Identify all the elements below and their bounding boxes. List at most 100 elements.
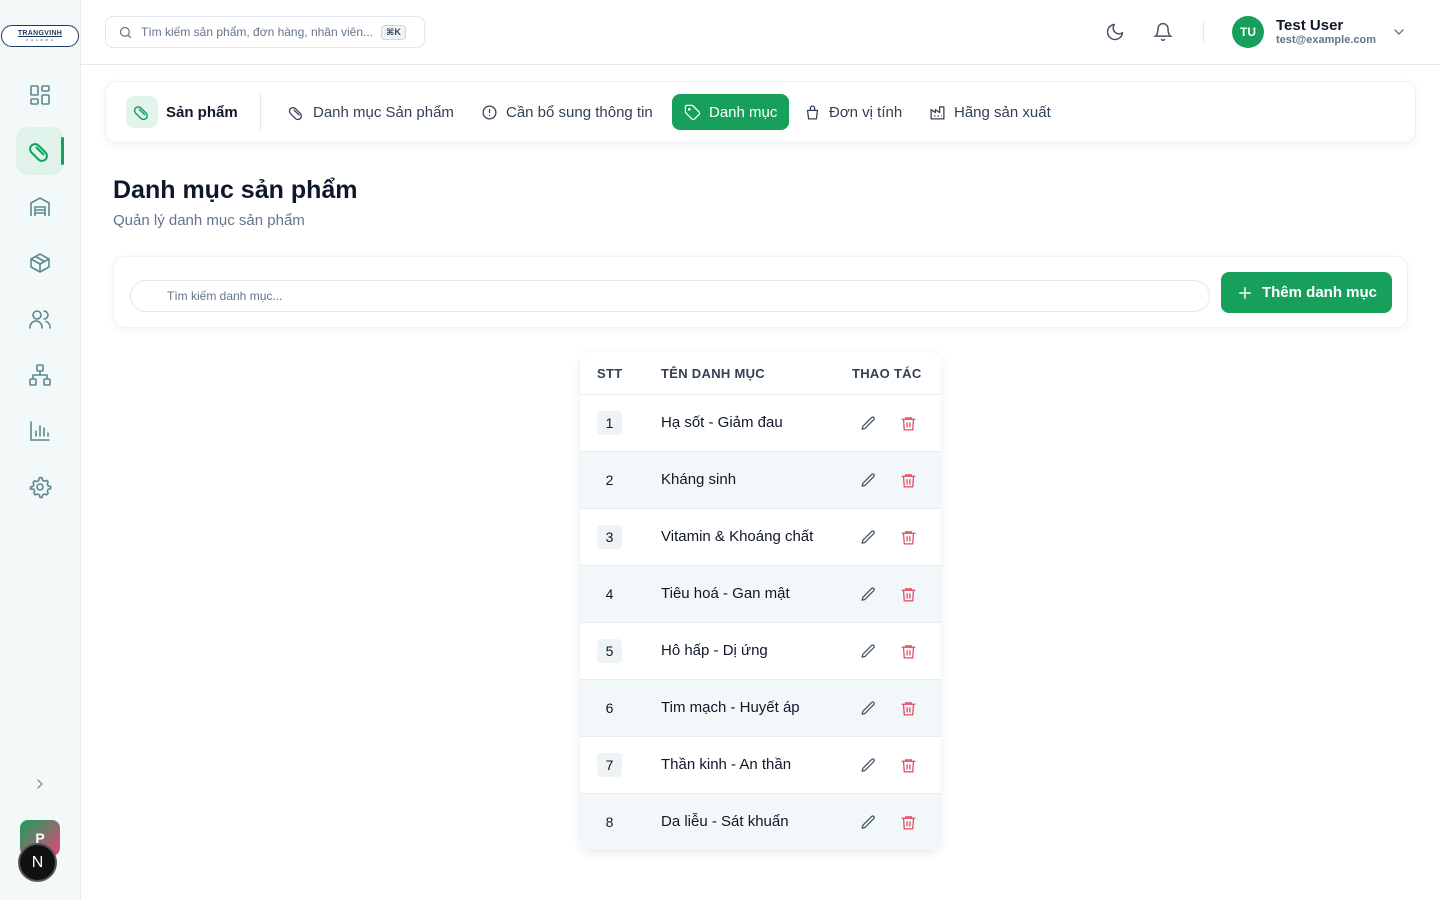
edit-button[interactable]: [858, 584, 878, 604]
tab-missing-info[interactable]: Cần bổ sung thông tin: [469, 94, 665, 130]
notifications-button[interactable]: [1151, 20, 1175, 44]
edit-button[interactable]: [858, 698, 878, 718]
delete-button[interactable]: [898, 584, 918, 604]
page-title: Danh mục sản phẩm: [113, 176, 358, 204]
sidebar-item-organization[interactable]: [16, 351, 64, 399]
row-index: 5: [597, 639, 622, 663]
table-row[interactable]: 6 Tim mạch - Huyết áp: [580, 680, 941, 737]
delete-button[interactable]: [898, 755, 918, 775]
tab-label: Danh mục Sản phẩm: [313, 103, 454, 121]
tab-categories[interactable]: Danh mục: [672, 94, 790, 130]
trash-icon: [900, 758, 916, 773]
sidebar-item-settings[interactable]: [16, 463, 64, 511]
tag-icon: [684, 104, 701, 120]
sidebar-item-users[interactable]: [16, 295, 64, 343]
warehouse-icon: [30, 197, 50, 216]
bar-chart-icon: [30, 421, 50, 441]
edit-button[interactable]: [858, 470, 878, 490]
row-index: 8: [605, 814, 614, 830]
row-index: 3: [597, 525, 622, 549]
tab-home-products[interactable]: Sản phẩm: [126, 96, 238, 128]
delete-button[interactable]: [898, 527, 918, 547]
table-row[interactable]: 2 Kháng sinh: [580, 452, 941, 509]
sidebar-item-products[interactable]: [16, 127, 64, 175]
row-index: 7: [597, 753, 622, 777]
tab-separator: [260, 94, 261, 130]
add-category-button[interactable]: Thêm danh mục: [1221, 272, 1392, 313]
tab-product-list[interactable]: Danh mục Sản phẩm: [276, 94, 466, 130]
sidebar: TRANGVINH P H A R M A P N: [0, 0, 81, 900]
delete-button[interactable]: [898, 641, 918, 661]
table-row[interactable]: 8 Da liễu - Sát khuẩn: [580, 794, 941, 851]
pencil-icon: [860, 415, 875, 430]
category-name: Tiêu hoá - Gan mật: [661, 585, 790, 602]
sidebar-item-inventory[interactable]: [16, 239, 64, 287]
trash-icon: [900, 587, 916, 602]
table-header: STT TÊN DANH MỤC THAO TÁC: [580, 352, 941, 395]
grid-icon: [30, 85, 50, 105]
tab-manufacturers[interactable]: Hãng sản xuất: [917, 94, 1063, 130]
trash-icon: [900, 815, 916, 830]
chevron-right-icon: [37, 779, 43, 789]
theme-toggle-button[interactable]: [1103, 20, 1127, 44]
shortcut-badge: ⌘K: [381, 24, 406, 40]
logo-text: TRANGVINH: [17, 30, 63, 37]
global-search-placeholder: Tìm kiếm sản phẩm, đơn hàng, nhân viên..…: [141, 25, 373, 39]
delete-button[interactable]: [898, 413, 918, 433]
category-table: STT TÊN DANH MỤC THAO TÁC 1 Hạ sốt - Giảm…: [580, 352, 941, 851]
table-row[interactable]: 1 Hạ sốt - Giảm đau: [580, 395, 941, 452]
edit-button[interactable]: [858, 527, 878, 547]
category-name: Tim mạch - Huyết áp: [661, 699, 800, 716]
row-index: 1: [597, 411, 622, 435]
alert-circle-icon: [482, 104, 497, 120]
tab-label: Hãng sản xuất: [954, 103, 1051, 121]
trash-icon: [900, 701, 916, 716]
user-name[interactable]: Test User: [1276, 17, 1343, 34]
tab-units[interactable]: Đơn vị tính: [792, 94, 914, 130]
pill-icon: [29, 143, 48, 162]
app-badge-n[interactable]: N: [18, 843, 57, 882]
table-row[interactable]: 5 Hô hấp - Dị ứng: [580, 623, 941, 680]
sidebar-expand-button[interactable]: [28, 772, 52, 796]
pencil-icon: [860, 757, 875, 772]
global-search[interactable]: Tìm kiếm sản phẩm, đơn hàng, nhân viên..…: [105, 16, 425, 48]
pill-icon: [288, 106, 303, 120]
logo-subtext: P H A R M A: [26, 38, 54, 42]
category-search-input[interactable]: [130, 280, 1210, 312]
pencil-icon: [860, 700, 875, 715]
avatar[interactable]: TU: [1232, 16, 1264, 48]
chevron-down-icon[interactable]: [1391, 24, 1407, 40]
plus-icon: [1238, 286, 1251, 299]
sidebar-item-dashboard[interactable]: [16, 71, 64, 119]
edit-button[interactable]: [858, 641, 878, 661]
category-name: Thần kinh - An thần: [661, 756, 792, 773]
pill-icon: [133, 106, 148, 121]
column-header-stt[interactable]: STT: [597, 366, 622, 381]
moon-icon: [1106, 23, 1124, 41]
category-name: Hô hấp - Dị ứng: [661, 642, 768, 659]
category-name: Hạ sốt - Giảm đau: [661, 414, 783, 431]
sidebar-item-reports[interactable]: [16, 407, 64, 455]
category-name: Vitamin & Khoáng chất: [661, 528, 814, 545]
column-header-name[interactable]: TÊN DANH MỤC: [661, 366, 765, 381]
table-row[interactable]: 4 Tiêu hoá - Gan mật: [580, 566, 941, 623]
edit-button[interactable]: [858, 755, 878, 775]
category-name: Da liễu - Sát khuẩn: [661, 813, 789, 830]
delete-button[interactable]: [898, 698, 918, 718]
column-header-actions: THAO TÁC: [852, 366, 922, 381]
table-row[interactable]: 3 Vitamin & Khoáng chất: [580, 509, 941, 566]
table-row[interactable]: 7 Thần kinh - An thần: [580, 737, 941, 794]
edit-button[interactable]: [858, 812, 878, 832]
header-divider: [1203, 20, 1204, 44]
sidebar-item-warehouse[interactable]: [16, 183, 64, 231]
delete-button[interactable]: [898, 470, 918, 490]
delete-button[interactable]: [898, 812, 918, 832]
row-index: 2: [605, 472, 614, 488]
edit-button[interactable]: [858, 413, 878, 433]
brand-logo[interactable]: TRANGVINH P H A R M A: [1, 25, 79, 47]
search-icon: [119, 26, 132, 38]
page-subtitle: Quản lý danh mục sản phẩm: [113, 212, 305, 229]
factory-icon: [930, 105, 945, 120]
trash-icon: [900, 416, 916, 431]
module-icon: [126, 96, 158, 128]
